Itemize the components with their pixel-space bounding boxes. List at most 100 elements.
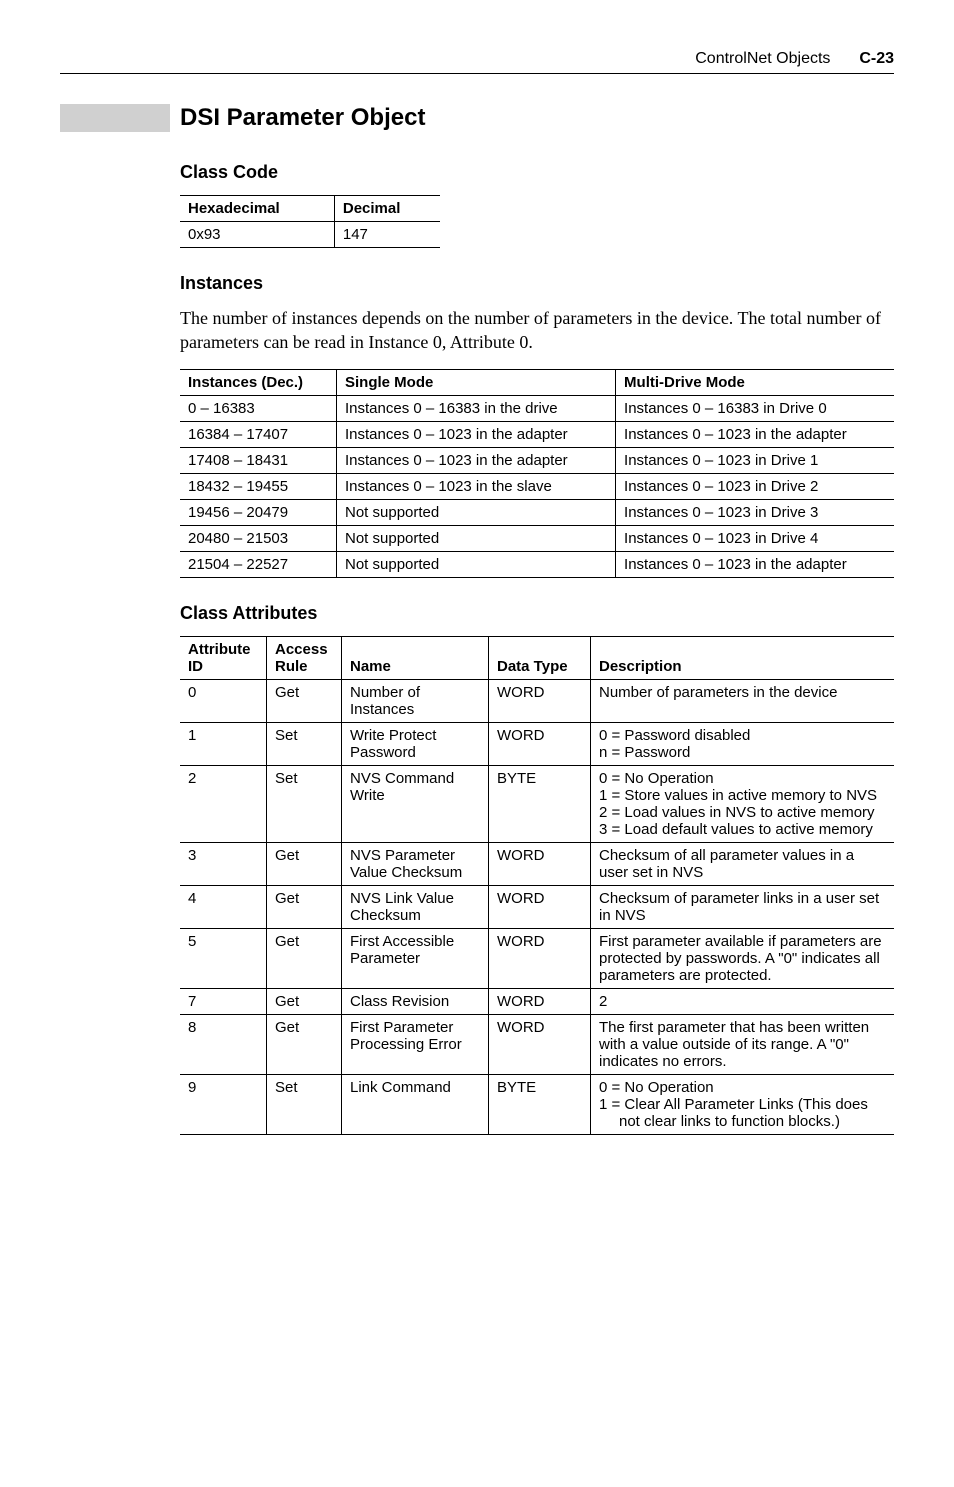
cc-header-hex: Hexadecimal xyxy=(180,196,334,222)
table-cell: NVS Parameter Value Checksum xyxy=(342,842,489,885)
table-cell: Instances 0 – 16383 in the drive xyxy=(337,395,616,421)
table-cell: Link Command xyxy=(342,1074,489,1134)
table-cell: 2 xyxy=(180,765,267,842)
table-cell: 0 = No Operation 1 = Clear All Parameter… xyxy=(591,1074,895,1134)
table-cell: Get xyxy=(267,885,342,928)
table-cell: 0 = No Operation 1 = Store values in act… xyxy=(591,765,895,842)
cc-hex-value: 0x93 xyxy=(180,222,334,248)
table-row: 9SetLink CommandBYTE0 = No Operation 1 =… xyxy=(180,1074,894,1134)
table-cell: NVS Link Value Checksum xyxy=(342,885,489,928)
table-header-cell: Data Type xyxy=(489,636,591,679)
table-cell: NVS Command Write xyxy=(342,765,489,842)
instances-table: Instances (Dec.) Single Mode Multi-Drive… xyxy=(180,369,894,578)
table-row: 8GetFirst Parameter Processing ErrorWORD… xyxy=(180,1014,894,1074)
table-row: 16384 – 17407Instances 0 – 1023 in the a… xyxy=(180,421,894,447)
table-header-cell: Description xyxy=(591,636,895,679)
cc-header-dec: Decimal xyxy=(334,196,440,222)
table-cell: First Parameter Processing Error xyxy=(342,1014,489,1074)
table-cell: 5 xyxy=(180,928,267,988)
instances-body-text: The number of instances depends on the n… xyxy=(180,306,894,355)
table-row: 3GetNVS Parameter Value ChecksumWORDChec… xyxy=(180,842,894,885)
table-cell: Set xyxy=(267,765,342,842)
table-row: 1SetWrite Protect PasswordWORD0 = Passwo… xyxy=(180,722,894,765)
table-cell: WORD xyxy=(489,928,591,988)
table-cell: Set xyxy=(267,722,342,765)
table-cell: Get xyxy=(267,1014,342,1074)
table-cell: 19456 – 20479 xyxy=(180,499,337,525)
table-row: 0 – 16383Instances 0 – 16383 in the driv… xyxy=(180,395,894,421)
table-cell: 0 xyxy=(180,679,267,722)
table-row: 0GetNumber of InstancesWORDNumber of par… xyxy=(180,679,894,722)
table-cell: WORD xyxy=(489,988,591,1014)
table-cell: Instances 0 – 1023 in Drive 4 xyxy=(616,525,894,551)
table-cell: 7 xyxy=(180,988,267,1014)
table-cell: Instances 0 – 1023 in the adapter xyxy=(616,421,894,447)
table-cell: 17408 – 18431 xyxy=(180,447,337,473)
table-cell: 9 xyxy=(180,1074,267,1134)
table-cell: 18432 – 19455 xyxy=(180,473,337,499)
table-row: 19456 – 20479Not supportedInstances 0 – … xyxy=(180,499,894,525)
table-cell: Instances 0 – 1023 in the adapter xyxy=(337,421,616,447)
table-header-cell: Access Rule xyxy=(267,636,342,679)
table-cell: BYTE xyxy=(489,765,591,842)
class-attributes-table: Attribute IDAccess RuleNameData TypeDesc… xyxy=(180,636,894,1135)
table-cell: Not supported xyxy=(337,551,616,577)
table-cell: 20480 – 21503 xyxy=(180,525,337,551)
table-row: 5GetFirst Accessible ParameterWORDFirst … xyxy=(180,928,894,988)
table-cell: Get xyxy=(267,679,342,722)
section-title: DSI Parameter Object xyxy=(60,104,894,132)
class-code-table: Hexadecimal Decimal 0x93 147 xyxy=(180,195,440,248)
table-cell: Get xyxy=(267,928,342,988)
table-cell: Checksum of all parameter values in a us… xyxy=(591,842,895,885)
table-cell: 0 = Password disabled n = Password xyxy=(591,722,895,765)
table-cell: Instances 0 – 1023 in Drive 1 xyxy=(616,447,894,473)
table-row: 7GetClass RevisionWORD2 xyxy=(180,988,894,1014)
table-cell: Instances 0 – 1023 in the adapter xyxy=(337,447,616,473)
table-cell: Get xyxy=(267,842,342,885)
table-cell: Instances 0 – 1023 in the adapter xyxy=(616,551,894,577)
table-cell: WORD xyxy=(489,722,591,765)
table-row: 17408 – 18431Instances 0 – 1023 in the a… xyxy=(180,447,894,473)
table-cell: Instances 0 – 1023 in the slave xyxy=(337,473,616,499)
table-cell: First Accessible Parameter xyxy=(342,928,489,988)
table-row: 21504 – 22527Not supportedInstances 0 – … xyxy=(180,551,894,577)
table-cell: The first parameter that has been writte… xyxy=(591,1014,895,1074)
table-cell: Instances 0 – 1023 in Drive 3 xyxy=(616,499,894,525)
table-cell: 3 xyxy=(180,842,267,885)
table-cell: Instances 0 – 16383 in Drive 0 xyxy=(616,395,894,421)
table-cell: WORD xyxy=(489,885,591,928)
table-cell: WORD xyxy=(489,1014,591,1074)
page-header: ControlNet Objects C-23 xyxy=(60,50,894,74)
table-cell: WORD xyxy=(489,842,591,885)
indented-continuation: not clear links to function blocks.) xyxy=(599,1113,886,1130)
table-row: 2SetNVS Command WriteBYTE0 = No Operatio… xyxy=(180,765,894,842)
table-cell: Set xyxy=(267,1074,342,1134)
table-cell: Number of Instances xyxy=(342,679,489,722)
table-header-cell: Attribute ID xyxy=(180,636,267,679)
class-code-heading: Class Code xyxy=(180,162,894,183)
table-cell: 8 xyxy=(180,1014,267,1074)
table-header-cell: Name xyxy=(342,636,489,679)
table-cell: 1 xyxy=(180,722,267,765)
table-cell: 4 xyxy=(180,885,267,928)
inst-h0: Instances (Dec.) xyxy=(180,369,337,395)
header-page-number: C-23 xyxy=(859,50,894,67)
table-cell: First parameter available if parameters … xyxy=(591,928,895,988)
table-cell: 2 xyxy=(591,988,895,1014)
table-cell: Class Revision xyxy=(342,988,489,1014)
table-cell: 0 – 16383 xyxy=(180,395,337,421)
table-cell: Write Protect Password xyxy=(342,722,489,765)
table-row: 20480 – 21503Not supportedInstances 0 – … xyxy=(180,525,894,551)
inst-h2: Multi-Drive Mode xyxy=(616,369,894,395)
table-row: 4GetNVS Link Value ChecksumWORDChecksum … xyxy=(180,885,894,928)
cc-dec-value: 147 xyxy=(334,222,440,248)
table-cell: Get xyxy=(267,988,342,1014)
inst-h1: Single Mode xyxy=(337,369,616,395)
table-cell: Checksum of parameter links in a user se… xyxy=(591,885,895,928)
header-title: ControlNet Objects xyxy=(695,50,830,67)
table-cell: BYTE xyxy=(489,1074,591,1134)
table-row: 18432 – 19455Instances 0 – 1023 in the s… xyxy=(180,473,894,499)
class-attributes-heading: Class Attributes xyxy=(180,603,894,624)
instances-heading: Instances xyxy=(180,273,894,294)
table-cell: Not supported xyxy=(337,499,616,525)
